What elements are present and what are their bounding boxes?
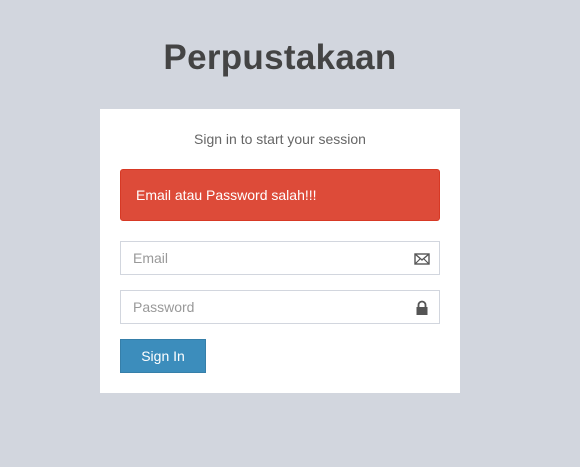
login-box-message: Sign in to start your session [194, 131, 366, 147]
error-alert: Email atau Password salah!!! [120, 169, 440, 221]
email-field-group [120, 241, 440, 275]
password-field-group [120, 290, 440, 324]
login-box: Sign in to start your session Email atau… [100, 109, 460, 393]
envelope-icon [414, 251, 430, 267]
lock-icon [414, 300, 430, 316]
email-input[interactable] [121, 242, 439, 274]
app-title: Perpustakaan [163, 38, 397, 77]
login-page: Perpustakaan Sign in to start your sessi… [0, 0, 580, 467]
sign-in-button[interactable]: Sign In [120, 339, 206, 373]
password-input[interactable] [121, 291, 439, 323]
